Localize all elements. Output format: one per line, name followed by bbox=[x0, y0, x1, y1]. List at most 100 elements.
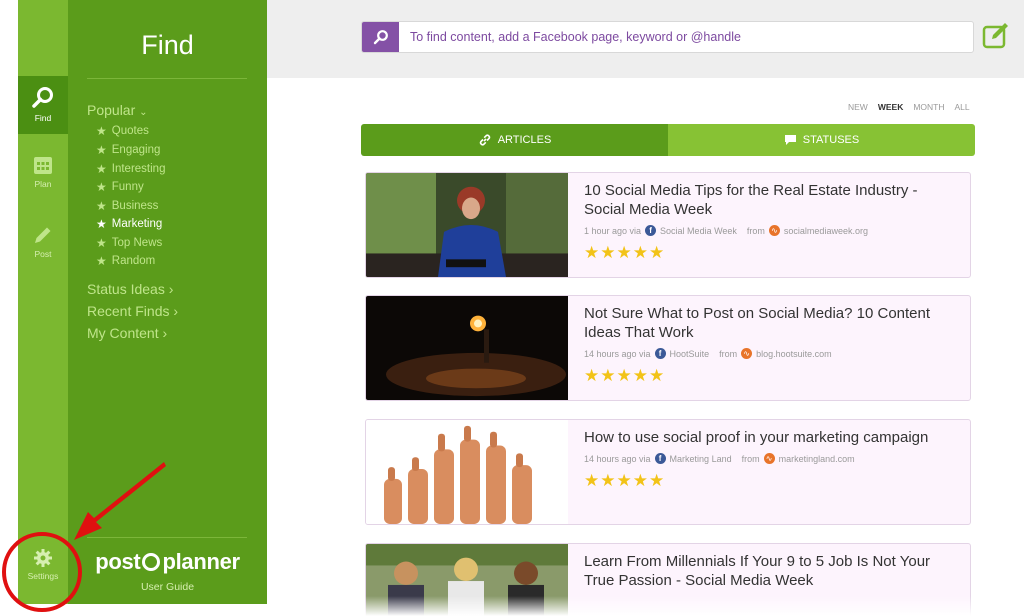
article-via[interactable]: HootSuite bbox=[670, 349, 710, 359]
logo-text-planner: planner bbox=[162, 549, 240, 574]
popular-item-label: Interesting bbox=[111, 163, 166, 175]
tab-label: ARTICLES bbox=[497, 134, 552, 146]
panel-title: Find bbox=[141, 30, 194, 60]
logo-text-post: post bbox=[95, 549, 141, 574]
rail-item-label: Find bbox=[34, 113, 52, 123]
article-card[interactable]: Not Sure What to Post on Social Media? 1… bbox=[365, 295, 971, 401]
popular-item-label: Funny bbox=[111, 181, 144, 193]
article-title[interactable]: 10 Social Media Tips for the Real Estate… bbox=[584, 181, 962, 219]
rail-item-find[interactable]: Find bbox=[18, 76, 68, 134]
scroll-fade bbox=[267, 596, 1024, 616]
filter-month[interactable]: MONTH bbox=[913, 102, 944, 112]
star-icon: ★ bbox=[96, 217, 107, 231]
article-title[interactable]: Learn From Millennials If Your 9 to 5 Jo… bbox=[584, 552, 962, 590]
filter-week[interactable]: WEEK bbox=[878, 102, 904, 112]
article-title[interactable]: How to use social proof in your marketin… bbox=[584, 428, 962, 447]
tab-articles[interactable]: ARTICLES bbox=[361, 124, 668, 156]
menu-label: My Content bbox=[87, 325, 159, 341]
article-title[interactable]: Not Sure What to Post on Social Media? 1… bbox=[584, 304, 962, 342]
from-label: from bbox=[719, 348, 738, 359]
article-via[interactable]: Social Media Week bbox=[660, 226, 737, 236]
gear-icon bbox=[34, 549, 52, 567]
app-window: Find Plan Post Settings Find Popular ⌄ ★… bbox=[0, 0, 1024, 616]
star-icon: ★ bbox=[96, 180, 107, 194]
content-tabs: ARTICLES STATUSES bbox=[361, 124, 975, 156]
pencil-icon bbox=[35, 227, 51, 243]
star-icon: ★ bbox=[96, 162, 107, 176]
menu-recent-finds[interactable]: Recent Finds › bbox=[87, 303, 178, 319]
popular-item-business[interactable]: ★ Business bbox=[96, 199, 158, 213]
filter-new[interactable]: NEW bbox=[848, 102, 868, 112]
menu-popular[interactable]: Popular ⌄ bbox=[87, 102, 148, 118]
popular-item-marketing[interactable]: ★ Marketing bbox=[96, 217, 162, 231]
rail-item-plan[interactable]: Plan bbox=[18, 154, 68, 204]
article-thumbnail[interactable] bbox=[366, 173, 568, 277]
tab-statuses[interactable]: STATUSES bbox=[668, 124, 975, 156]
chevron-down-icon: ⌄ bbox=[139, 107, 148, 118]
popular-item-label: Quotes bbox=[111, 125, 149, 137]
article-time: 14 hours ago via bbox=[584, 348, 651, 359]
popular-item-top-news[interactable]: ★ Top News bbox=[96, 236, 162, 250]
article-source[interactable]: socialmediaweek.org bbox=[784, 226, 868, 236]
link-icon bbox=[479, 134, 490, 146]
article-meta: 1 hour ago via f Social Media Week from … bbox=[584, 225, 962, 236]
popular-item-funny[interactable]: ★ Funny bbox=[96, 180, 144, 194]
article-body: Learn From Millennials If Your 9 to 5 Jo… bbox=[584, 552, 962, 590]
search-icon bbox=[373, 30, 388, 45]
chevron-right-icon: › bbox=[162, 325, 168, 341]
article-meta: 14 hours ago via f Marketing Land from ∿… bbox=[584, 453, 962, 464]
menu-my-content[interactable]: My Content › bbox=[87, 325, 167, 341]
time-filters: NEW WEEK MONTH ALL bbox=[848, 102, 970, 112]
menu-popular-label: Popular bbox=[87, 102, 136, 118]
postplanner-logo: post planner bbox=[68, 549, 267, 575]
article-card[interactable]: How to use social proof in your marketin… bbox=[365, 419, 971, 525]
search-input[interactable] bbox=[410, 30, 950, 44]
star-icon: ★ bbox=[96, 254, 107, 268]
chevron-right-icon: › bbox=[168, 281, 174, 297]
search-bar bbox=[361, 21, 974, 53]
rss-icon: ∿ bbox=[768, 225, 780, 236]
article-time: 14 hours ago via bbox=[584, 453, 651, 464]
facebook-icon: f bbox=[654, 348, 666, 359]
article-meta: 14 hours ago via f HootSuite from ∿ blog… bbox=[584, 348, 962, 359]
logo-mark-icon bbox=[142, 553, 161, 571]
filter-all[interactable]: ALL bbox=[955, 102, 970, 112]
article-body: 10 Social Media Tips for the Real Estate… bbox=[584, 181, 962, 263]
article-body: How to use social proof in your marketin… bbox=[584, 428, 962, 491]
rail-item-label: Plan bbox=[34, 179, 52, 189]
article-thumbnail[interactable] bbox=[366, 296, 568, 400]
search-button[interactable] bbox=[362, 22, 399, 52]
rail-item-post[interactable]: Post bbox=[18, 224, 68, 274]
popular-item-interesting[interactable]: ★ Interesting bbox=[96, 162, 165, 176]
settings-label: Settings bbox=[27, 571, 59, 581]
article-via[interactable]: Marketing Land bbox=[670, 454, 732, 464]
rss-icon: ∿ bbox=[763, 453, 775, 464]
rss-icon: ∿ bbox=[741, 348, 753, 359]
from-label: from bbox=[746, 225, 765, 236]
article-card[interactable]: 10 Social Media Tips for the Real Estate… bbox=[365, 172, 971, 278]
popular-item-label: Business bbox=[111, 200, 159, 212]
compose-icon[interactable] bbox=[981, 21, 1011, 51]
popular-item-quotes[interactable]: ★ Quotes bbox=[96, 124, 149, 138]
popular-item-label: Engaging bbox=[111, 144, 161, 156]
star-icon: ★ bbox=[96, 236, 107, 250]
article-thumbnail[interactable] bbox=[366, 420, 568, 524]
star-icon: ★ bbox=[96, 143, 107, 157]
article-source[interactable]: marketingland.com bbox=[779, 454, 855, 464]
menu-label: Recent Finds bbox=[87, 303, 170, 319]
user-guide-link[interactable]: User Guide bbox=[68, 581, 267, 593]
article-source[interactable]: blog.hootsuite.com bbox=[756, 349, 832, 359]
rail-item-settings[interactable]: Settings bbox=[18, 548, 68, 592]
menu-status-ideas[interactable]: Status Ideas › bbox=[87, 281, 173, 297]
divider bbox=[87, 537, 247, 538]
rail-item-label: Post bbox=[34, 249, 52, 259]
nav-rail: Find Plan Post Settings bbox=[18, 0, 68, 604]
popular-item-engaging[interactable]: ★ Engaging bbox=[96, 143, 160, 157]
find-panel: Find Popular ⌄ ★ Quotes ★ Engaging ★ Intere… bbox=[68, 0, 267, 604]
article-time: 1 hour ago via bbox=[584, 225, 642, 236]
divider bbox=[87, 78, 247, 79]
tab-label: STATUSES bbox=[802, 134, 860, 146]
popular-item-random[interactable]: ★ Random bbox=[96, 254, 155, 268]
search-icon bbox=[32, 87, 53, 108]
popular-item-label: Random bbox=[111, 255, 156, 267]
